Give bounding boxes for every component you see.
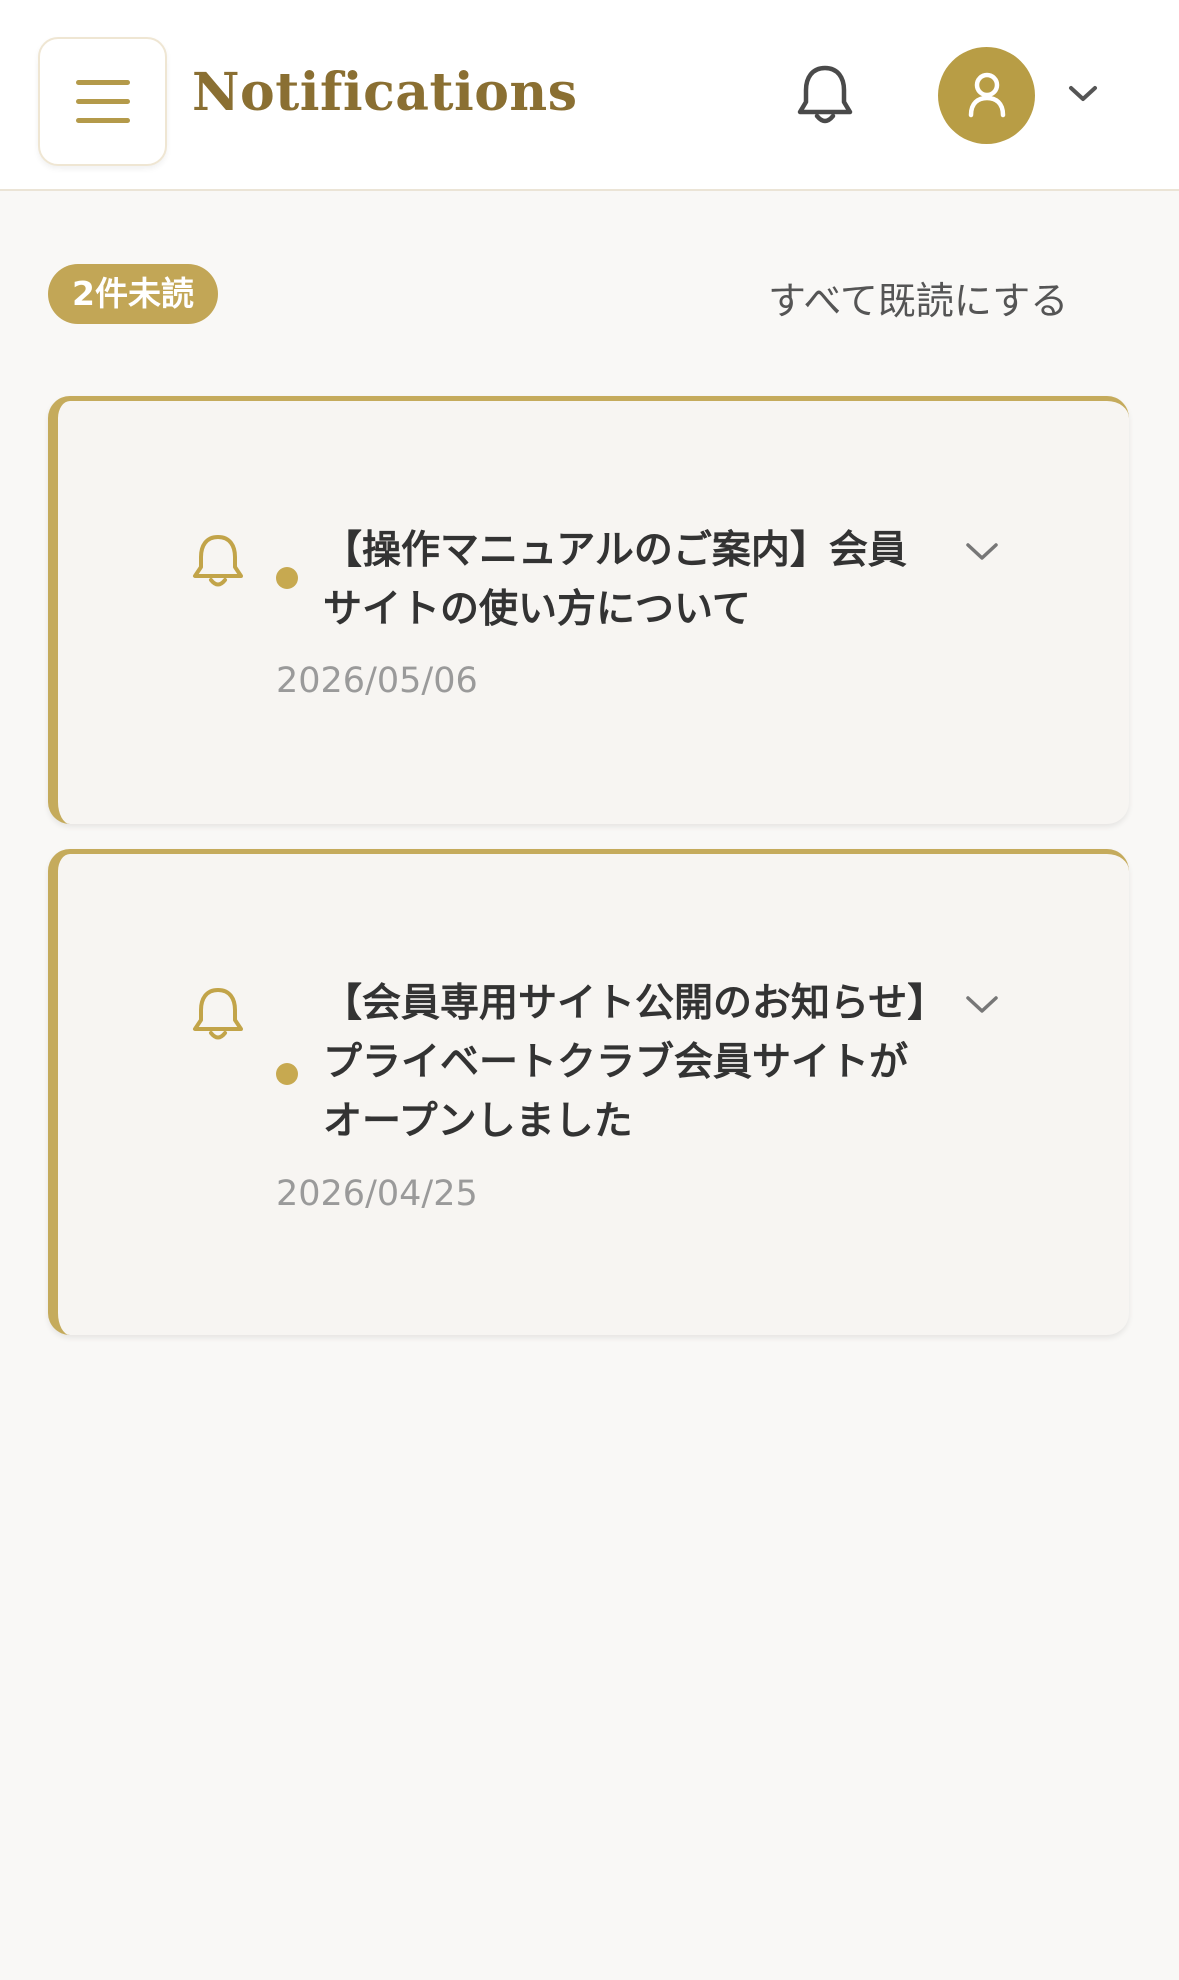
notification-title: 【操作マニュアルのご案内】会員サイトの使い方について (323, 528, 907, 632)
account-dropdown-toggle[interactable] (1068, 84, 1098, 108)
unread-count-badge: 2件未読 (48, 264, 218, 324)
notification-card[interactable]: 【操作マニュアルのご案内】会員サイトの使い方について 2026/05/06 (48, 396, 1129, 824)
notification-date: 2026/04/25 (276, 1174, 478, 1214)
bell-icon (193, 535, 243, 587)
unread-dot (276, 567, 298, 589)
page-title: Notifications (192, 62, 578, 123)
bell-icon (797, 65, 853, 124)
bell-icon (193, 988, 243, 1040)
chevron-down-icon[interactable] (965, 541, 999, 563)
notifications-bell-button[interactable] (795, 62, 855, 128)
chevron-down-icon[interactable] (965, 994, 999, 1016)
user-icon (968, 72, 1006, 118)
hamburger-menu-icon (76, 80, 130, 85)
menu-button[interactable] (38, 37, 167, 166)
app-header: Notifications (0, 0, 1179, 191)
user-avatar-button[interactable] (938, 47, 1035, 144)
notification-title: 【会員専用サイト公開のお知らせ】プライベートクラブ会員サイトがオープンしました (323, 981, 927, 1144)
chevron-down-icon (1069, 86, 1097, 101)
unread-dot (276, 1063, 298, 1085)
notification-card[interactable]: 【会員専用サイト公開のお知らせ】プライベートクラブ会員サイトがオープンしました … (48, 849, 1129, 1335)
mark-all-read-button[interactable]: すべて既読にする (768, 270, 1068, 325)
notification-date: 2026/05/06 (276, 661, 478, 701)
